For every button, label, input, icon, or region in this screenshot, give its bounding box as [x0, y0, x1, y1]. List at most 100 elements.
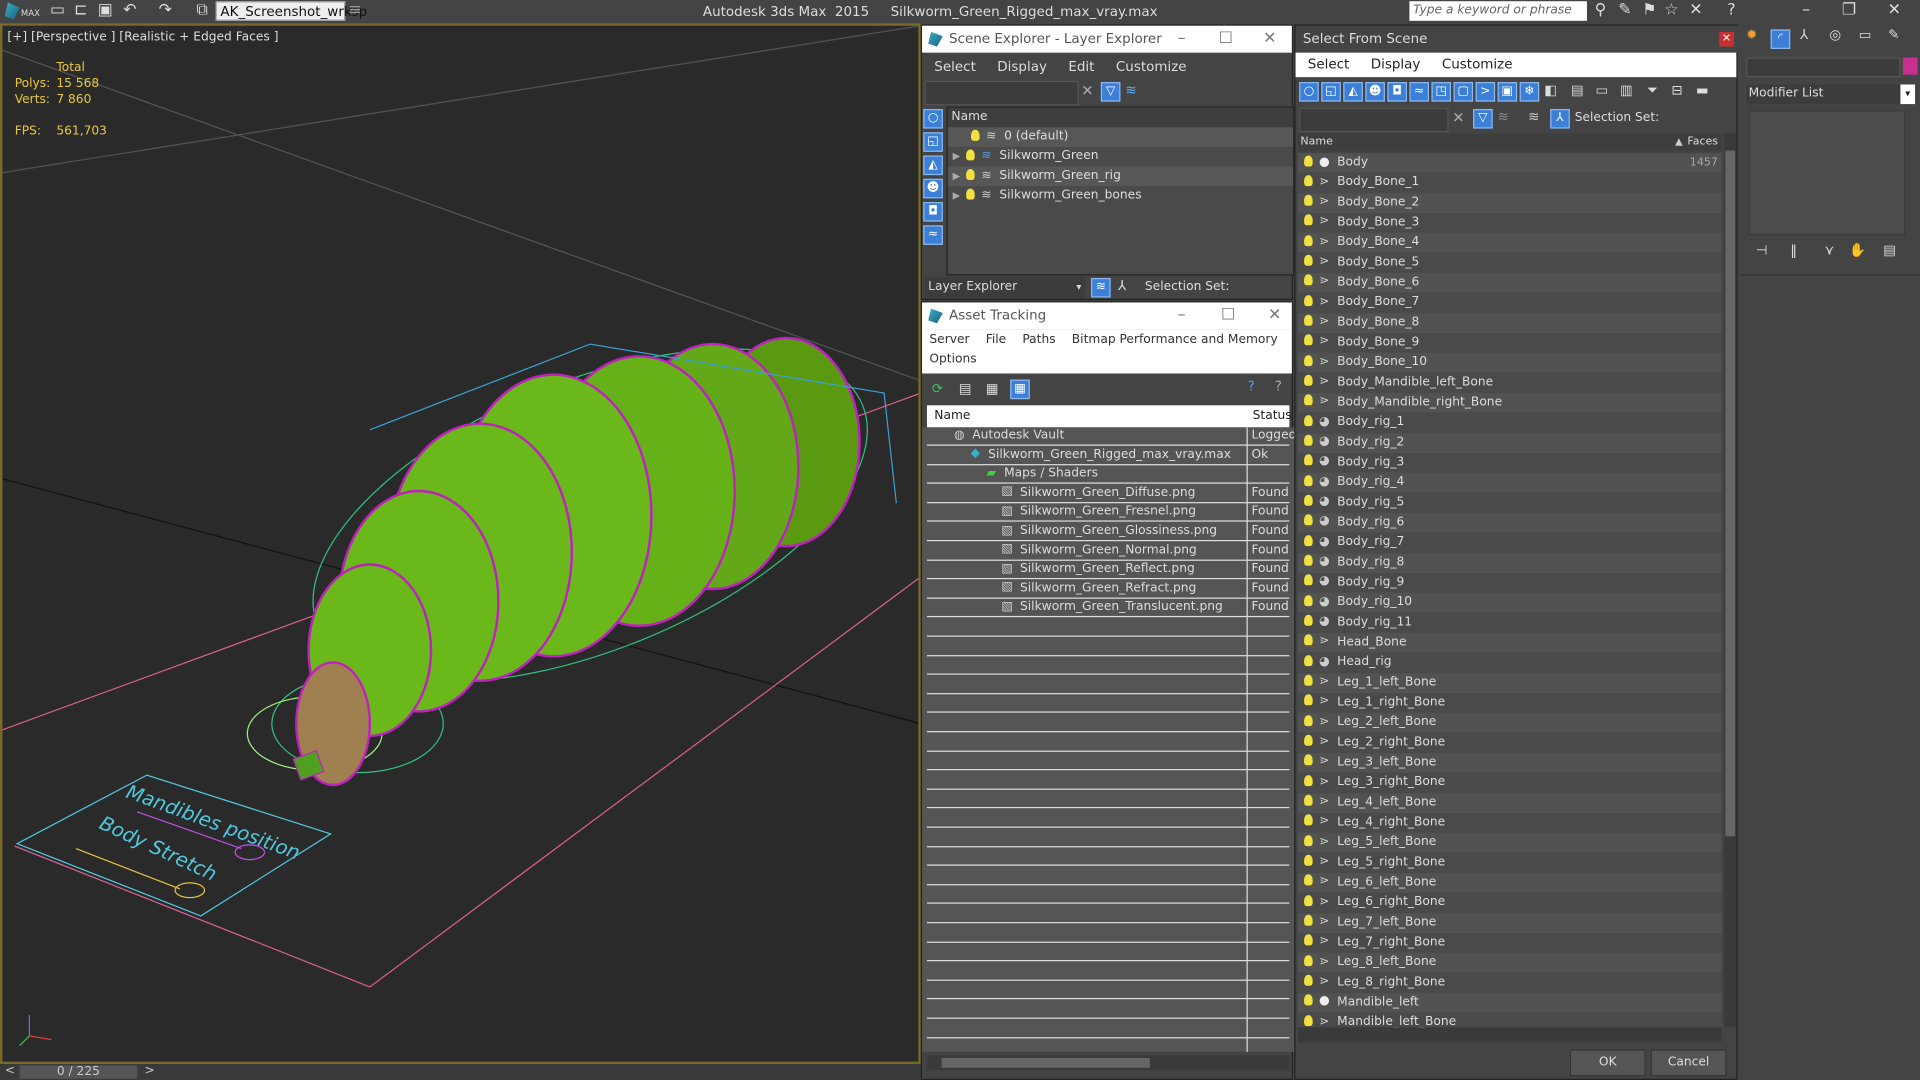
- visibility-bulb-icon[interactable]: [1304, 514, 1313, 526]
- visibility-bulb-icon[interactable]: [1304, 414, 1313, 426]
- visibility-bulb-icon[interactable]: [1304, 594, 1313, 606]
- cameras-filter-icon[interactable]: ☻: [923, 178, 943, 199]
- asset-row[interactable]: [926, 943, 1290, 962]
- configure-sets-icon[interactable]: ▤: [1883, 242, 1896, 258]
- explorer-type-dropdown[interactable]: Layer Explorer ▾: [924, 276, 1085, 299]
- layer-row[interactable]: ≋ 0 (default): [947, 127, 1294, 147]
- object-list-item[interactable]: ⋗ Body_Bone_6: [1297, 273, 1722, 293]
- object-list-item[interactable]: ⋗ Leg_2_right_Bone: [1297, 732, 1722, 753]
- object-list-item[interactable]: ◕ Body_rig_2: [1297, 432, 1722, 453]
- clear-search-icon[interactable]: ✕: [1081, 82, 1093, 99]
- visibility-bulb-icon[interactable]: [1304, 174, 1313, 186]
- close-icon[interactable]: ✕: [1719, 31, 1734, 47]
- visibility-bulb-icon[interactable]: [1304, 334, 1313, 346]
- faces-column-header[interactable]: Faces: [1687, 133, 1718, 150]
- visibility-bulb-icon[interactable]: [1304, 534, 1313, 546]
- visibility-bulb-icon[interactable]: [1304, 194, 1313, 206]
- asset-tracking-titlebar[interactable]: Asset Tracking – ☐ ✕: [922, 302, 1292, 330]
- asset-row[interactable]: [926, 867, 1290, 886]
- make-unique-icon[interactable]: ⋎: [1825, 242, 1835, 258]
- scene-explorer-titlebar[interactable]: Scene Explorer - Layer Explorer – ☐ ✕: [922, 25, 1292, 53]
- menu-file[interactable]: File: [986, 333, 1006, 346]
- asset-row[interactable]: ▧ Silkworm_Green_Refract.png Found: [926, 580, 1290, 599]
- thumbnail-view-icon[interactable]: ▦: [986, 381, 999, 397]
- menu-customize[interactable]: Customize: [1116, 59, 1187, 75]
- time-slider[interactable]: < 0 / 225 >: [0, 1064, 921, 1080]
- name-column-header[interactable]: Name: [947, 107, 1294, 128]
- display-tab-icon[interactable]: ▭: [1859, 27, 1872, 43]
- invert-display-icon[interactable]: ▥: [1620, 82, 1633, 98]
- asset-row[interactable]: [926, 924, 1290, 943]
- object-list-item[interactable]: ⋗ Body_Bone_3: [1297, 213, 1722, 233]
- name-column-header[interactable]: Name: [934, 409, 970, 422]
- asset-row[interactable]: [926, 714, 1290, 733]
- asset-row[interactable]: ▧ Silkworm_Green_Normal.png Found: [926, 542, 1290, 561]
- object-list-item[interactable]: ◕ Body_rig_10: [1297, 592, 1722, 613]
- visibility-bulb-icon[interactable]: [1304, 654, 1313, 666]
- object-list-item[interactable]: ◕ Body_rig_5: [1297, 492, 1722, 513]
- visibility-bulb-icon[interactable]: [1304, 354, 1313, 366]
- name-column-header[interactable]: Name: [1300, 136, 1333, 148]
- spacewarps-filter-icon[interactable]: ≈: [923, 225, 943, 245]
- communication-icon[interactable]: ⚑: [1641, 2, 1658, 19]
- geometry-filter-icon[interactable]: ○: [923, 108, 943, 129]
- visibility-bulb-icon[interactable]: [1304, 834, 1313, 846]
- asset-row[interactable]: ▧ Silkworm_Green_Translucent.png Found: [926, 599, 1290, 618]
- object-list-item[interactable]: ⋗ Leg_8_right_Bone: [1297, 972, 1722, 993]
- refresh-icon[interactable]: ⟳: [932, 381, 943, 397]
- object-list-item[interactable]: ⋗ Body_Bone_10: [1297, 353, 1722, 373]
- containers-filter-icon[interactable]: ▣: [1497, 82, 1518, 102]
- visibility-bulb-icon[interactable]: [1304, 774, 1313, 786]
- visibility-bulb-icon[interactable]: [1304, 614, 1313, 626]
- context-help-icon[interactable]: ?: [1275, 378, 1282, 394]
- quick-access-menu-icon[interactable]: ≡: [347, 2, 364, 19]
- close-icon[interactable]: ✕: [1886, 2, 1903, 19]
- asset-row[interactable]: [926, 695, 1290, 714]
- asset-row[interactable]: ▧ Silkworm_Green_Reflect.png Found: [926, 561, 1290, 580]
- favorites-icon[interactable]: ☆: [1663, 2, 1680, 19]
- object-list-item[interactable]: ⋗ Mandible_left_Bone: [1297, 1012, 1722, 1028]
- asset-row[interactable]: [926, 733, 1290, 752]
- remove-modifier-icon[interactable]: ✋: [1849, 242, 1866, 258]
- visibility-bulb-icon[interactable]: [1304, 694, 1313, 706]
- filter-icon[interactable]: ▽: [1100, 82, 1121, 102]
- object-list-item[interactable]: ⋗ Leg_3_left_Bone: [1297, 752, 1722, 773]
- display-all-icon[interactable]: ▤: [1571, 82, 1584, 98]
- object-list-item[interactable]: ⋗ Leg_2_left_Bone: [1297, 712, 1722, 733]
- visibility-bulb-icon[interactable]: [1304, 574, 1313, 586]
- exchange-icon[interactable]: ✕: [1687, 2, 1704, 19]
- asset-row[interactable]: ▰ Maps / Shaders: [926, 466, 1290, 484]
- object-list-item[interactable]: ⋗ Leg_5_right_Bone: [1297, 852, 1722, 873]
- collapse-icon[interactable]: ▬: [1696, 82, 1709, 98]
- menu-customize[interactable]: Customize: [1442, 56, 1513, 72]
- find-input[interactable]: [1299, 107, 1449, 133]
- visibility-bulb-icon[interactable]: [971, 129, 980, 141]
- visibility-bulb-icon[interactable]: [1304, 814, 1313, 826]
- search-input[interactable]: Type a keyword or phrase: [1409, 1, 1587, 21]
- table-view-icon[interactable]: ▦: [1010, 379, 1030, 400]
- vertical-scrollbar[interactable]: [1724, 133, 1737, 1028]
- expand-arrow-icon[interactable]: ▶: [953, 190, 961, 201]
- lights-filter-icon[interactable]: ◭: [923, 155, 943, 176]
- undo-icon[interactable]: ↶: [121, 2, 138, 19]
- object-list-item[interactable]: ⋗ Leg_6_right_Bone: [1297, 892, 1722, 913]
- scrollbar-thumb[interactable]: [1725, 150, 1736, 837]
- visibility-bulb-icon[interactable]: [1304, 394, 1313, 406]
- asset-row[interactable]: [926, 886, 1290, 905]
- asset-row[interactable]: ▧ Silkworm_Green_Fresnel.png Found: [926, 504, 1290, 523]
- modify-tab-icon[interactable]: ◜: [1770, 29, 1791, 49]
- object-list-item[interactable]: ⋗ Body_Bone_2: [1297, 193, 1722, 213]
- filter-icon[interactable]: ▽: [1473, 108, 1493, 129]
- expand-arrow-icon[interactable]: ▶: [953, 170, 961, 181]
- new-file-icon[interactable]: ▭: [49, 2, 66, 19]
- object-list-item[interactable]: ⋗ Leg_4_right_Bone: [1297, 812, 1722, 833]
- pin-stack-icon[interactable]: ⊣: [1756, 242, 1768, 258]
- clear-search-icon[interactable]: ✕: [1452, 109, 1464, 126]
- minimize-icon[interactable]: –: [1160, 26, 1204, 53]
- next-frame-button[interactable]: >: [144, 1064, 154, 1077]
- select-from-scene-titlebar[interactable]: Select From Scene ✕: [1295, 25, 1744, 53]
- hierarchy-tab-icon[interactable]: ⅄: [1800, 27, 1808, 43]
- horizontal-scrollbar[interactable]: [1297, 1027, 1722, 1043]
- visibility-bulb-icon[interactable]: [1304, 974, 1313, 986]
- lights-filter-icon[interactable]: ◭: [1343, 82, 1363, 102]
